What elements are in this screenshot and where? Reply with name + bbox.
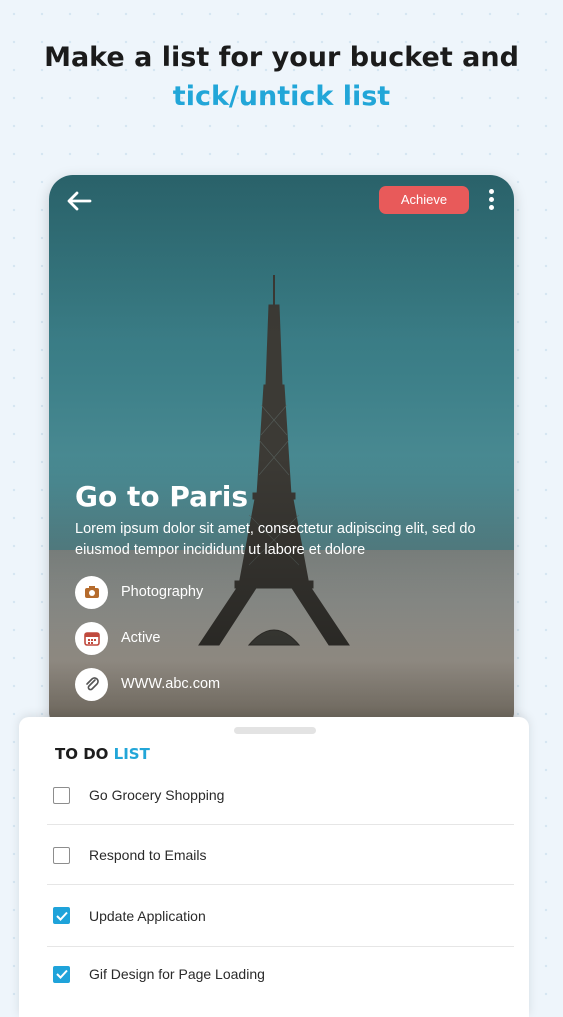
status-label: Active: [121, 630, 161, 646]
checkmark-icon: [55, 969, 68, 979]
back-arrow-icon[interactable]: [66, 189, 92, 213]
more-options-icon[interactable]: [486, 189, 496, 213]
paperclip-icon: [75, 667, 108, 701]
todo-item-label: Gif Design for Page Loading: [89, 966, 265, 982]
bucket-item-description: Lorem ipsum dolor sit amet, consectetur …: [75, 521, 476, 558]
todo-item[interactable]: Gif Design for Page Loading: [47, 945, 514, 1003]
checkmark-icon: [55, 911, 68, 921]
todo-item-label: Update Application: [89, 907, 206, 924]
todo-item[interactable]: Respond to Emails: [47, 826, 514, 885]
todo-checkbox[interactable]: [53, 846, 70, 864]
status-row: Active: [75, 621, 161, 655]
todo-checkbox[interactable]: [53, 786, 70, 804]
todo-item[interactable]: Update Application: [47, 885, 514, 947]
headline-line-2: tick/untick list: [172, 81, 391, 112]
todo-item-label: Go Grocery Shopping: [89, 787, 225, 803]
todo-checkbox-checked[interactable]: [53, 965, 70, 983]
todo-checkbox-checked[interactable]: [53, 907, 70, 924]
achieve-button[interactable]: Achieve: [379, 186, 469, 214]
todo-item[interactable]: Go Grocery Shopping: [47, 766, 514, 825]
link-label[interactable]: WWW.abc.com: [121, 676, 220, 692]
sheet-drag-handle[interactable]: [234, 727, 316, 734]
todo-list-title: TO DO LIST: [55, 745, 150, 763]
camera-icon: [75, 575, 108, 609]
bucket-item-title: Go to Paris: [75, 480, 249, 513]
calendar-icon: [75, 621, 108, 655]
todo-list-sheet: TO DO LIST Go Grocery Shopping Respond t…: [19, 717, 529, 1017]
bucket-detail-card: Achieve Go to Paris Lorem ipsum dolor si…: [49, 175, 514, 735]
headline-line-1: Make a list for your bucket and: [44, 42, 519, 73]
category-row: Photography: [75, 575, 203, 609]
promo-headline: Make a list for your bucket and tick/unt…: [0, 38, 563, 116]
link-row[interactable]: WWW.abc.com: [75, 667, 220, 701]
category-label: Photography: [121, 584, 204, 600]
todo-item-label: Respond to Emails: [89, 847, 207, 863]
